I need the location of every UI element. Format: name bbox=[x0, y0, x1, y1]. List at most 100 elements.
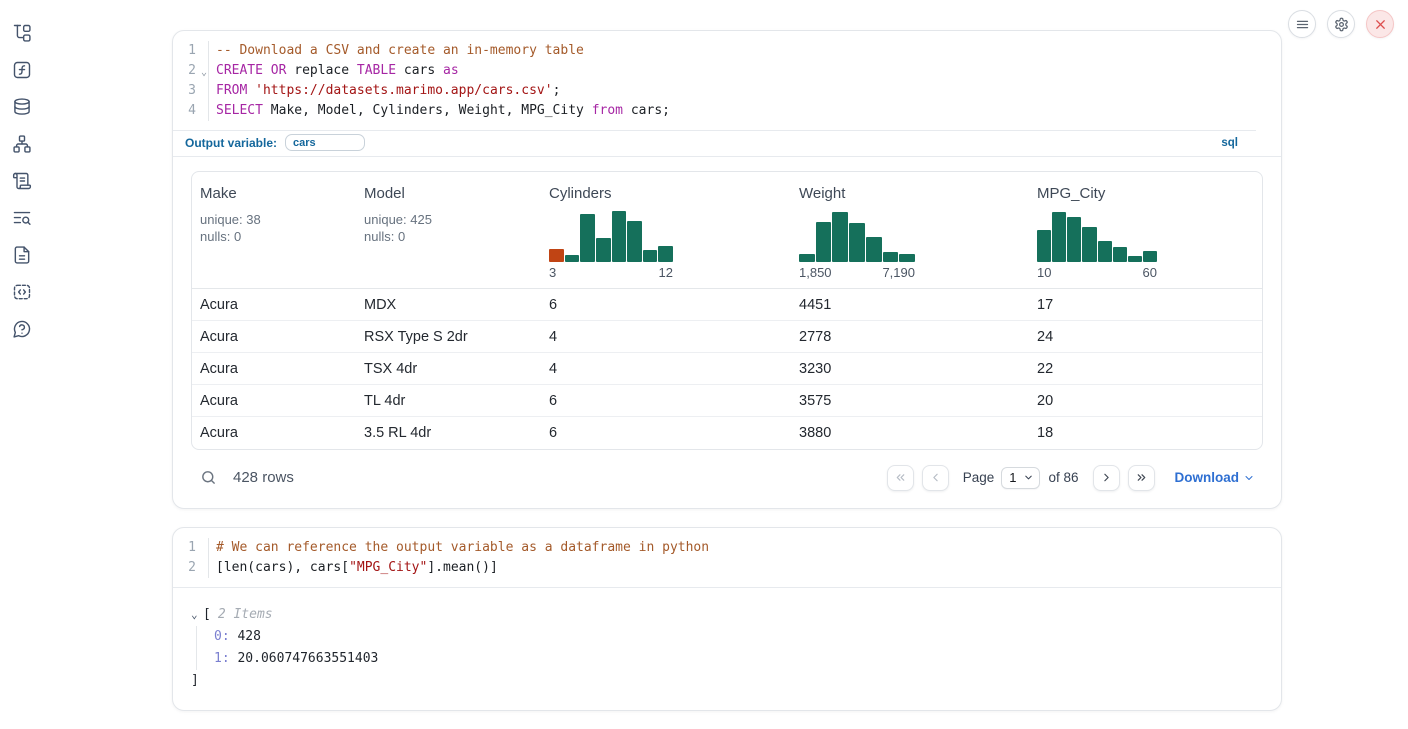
column-header-weight[interactable]: Weight1,8507,190 bbox=[791, 172, 1029, 289]
logs-icon[interactable] bbox=[11, 207, 33, 229]
table-cell[interactable]: Acura bbox=[192, 417, 356, 449]
histogram-bar[interactable] bbox=[596, 238, 611, 262]
line-number: 3 bbox=[188, 83, 196, 98]
histogram-bar[interactable] bbox=[1082, 227, 1096, 262]
download-button[interactable]: Download bbox=[1175, 470, 1256, 485]
open-bracket: [ bbox=[203, 604, 211, 626]
table-cell[interactable]: RSX Type S 2dr bbox=[356, 321, 541, 353]
histogram-bar[interactable] bbox=[866, 237, 882, 262]
column-title: MPG_City bbox=[1037, 185, 1258, 202]
documentation-icon[interactable] bbox=[11, 244, 33, 266]
chevron-down-icon bbox=[1243, 472, 1255, 484]
dependency-graph-icon[interactable] bbox=[11, 133, 33, 155]
table-cell[interactable]: 4 bbox=[541, 353, 791, 385]
histogram-bar[interactable] bbox=[1052, 212, 1066, 262]
table-cell[interactable]: 4 bbox=[541, 321, 791, 353]
menu-icon bbox=[1295, 17, 1310, 32]
line-number: 1 bbox=[188, 540, 196, 555]
page-select[interactable]: 1 bbox=[1001, 467, 1040, 489]
table-cell[interactable]: 4451 bbox=[791, 289, 1029, 321]
table-cell[interactable]: 3575 bbox=[791, 385, 1029, 417]
chevron-right-icon bbox=[1100, 471, 1113, 484]
histogram-bar[interactable] bbox=[643, 250, 658, 262]
table-cell[interactable]: Acura bbox=[192, 289, 356, 321]
table-row[interactable]: AcuraTSX 4dr4323022 bbox=[192, 353, 1263, 385]
histogram-bar[interactable] bbox=[849, 223, 865, 262]
column-header-mpg_city[interactable]: MPG_City1060 bbox=[1029, 172, 1263, 289]
table-row[interactable]: AcuraTL 4dr6357520 bbox=[192, 385, 1263, 417]
histogram-bar[interactable] bbox=[1113, 247, 1127, 262]
output-variable-label: Output variable: bbox=[185, 136, 277, 150]
table-cell[interactable]: 24 bbox=[1029, 321, 1263, 353]
table-cell[interactable]: 17 bbox=[1029, 289, 1263, 321]
fold-chevron-icon[interactable]: ⌄ bbox=[201, 63, 207, 83]
table-cell[interactable]: 6 bbox=[541, 417, 791, 449]
table-cell[interactable]: TSX 4dr bbox=[356, 353, 541, 385]
histogram-axis-labels: 312 bbox=[549, 265, 673, 280]
column-title: Cylinders bbox=[549, 185, 783, 202]
column-histogram: 1,8507,190 bbox=[799, 207, 915, 280]
table-row[interactable]: AcuraMDX6445117 bbox=[192, 289, 1263, 321]
menu-button[interactable] bbox=[1288, 10, 1316, 38]
histogram-bar[interactable] bbox=[899, 254, 915, 262]
histogram-bar[interactable] bbox=[883, 252, 899, 262]
table-cell[interactable]: Acura bbox=[192, 353, 356, 385]
line-number-gutter: 12⌄34 bbox=[173, 41, 209, 121]
table-cell[interactable]: MDX bbox=[356, 289, 541, 321]
column-header-cylinders[interactable]: Cylinders 312 bbox=[541, 172, 791, 289]
histogram-bar[interactable] bbox=[1037, 230, 1051, 262]
last-page-button[interactable] bbox=[1128, 465, 1155, 491]
items-count-label: 2 Items bbox=[218, 604, 273, 626]
column-header-model[interactable]: Modelunique: 425nulls: 0 bbox=[356, 172, 541, 289]
first-page-button[interactable] bbox=[887, 465, 914, 491]
table-cell[interactable]: 3880 bbox=[791, 417, 1029, 449]
table-cell[interactable]: 22 bbox=[1029, 353, 1263, 385]
histogram-bar[interactable] bbox=[816, 222, 832, 262]
snippets-icon[interactable] bbox=[11, 281, 33, 303]
histogram-bar[interactable] bbox=[612, 211, 627, 262]
table-row[interactable]: Acura3.5 RL 4dr6388018 bbox=[192, 417, 1263, 449]
table-cell[interactable]: 6 bbox=[541, 385, 791, 417]
close-button[interactable] bbox=[1366, 10, 1394, 38]
histogram-bar[interactable] bbox=[549, 249, 564, 262]
page-label: Page bbox=[963, 470, 995, 485]
table-cell[interactable]: 20 bbox=[1029, 385, 1263, 417]
histogram-bar[interactable] bbox=[1067, 217, 1081, 262]
histogram-bar[interactable] bbox=[1098, 241, 1112, 262]
code-editor[interactable]: 12⌄34 -- Download a CSV and create an in… bbox=[173, 31, 1281, 130]
histogram-bar[interactable] bbox=[1143, 251, 1157, 262]
chevron-down-icon bbox=[1023, 472, 1034, 483]
previous-page-button[interactable] bbox=[922, 465, 949, 491]
line-number-gutter: 12 bbox=[173, 538, 209, 578]
table-row[interactable]: AcuraRSX Type S 2dr4277824 bbox=[192, 321, 1263, 353]
histogram-bar[interactable] bbox=[799, 254, 815, 262]
code-editor[interactable]: 12 # We can reference the output variabl… bbox=[173, 528, 1281, 587]
histogram-bar[interactable] bbox=[565, 255, 580, 262]
variables-icon[interactable] bbox=[11, 59, 33, 81]
scratchpad-icon[interactable] bbox=[11, 170, 33, 192]
file-explorer-icon[interactable] bbox=[11, 22, 33, 44]
table-cell[interactable]: TL 4dr bbox=[356, 385, 541, 417]
table-cell[interactable]: 3230 bbox=[791, 353, 1029, 385]
histogram-bar[interactable] bbox=[832, 212, 848, 262]
settings-button[interactable] bbox=[1327, 10, 1355, 38]
line-number: 2 bbox=[188, 63, 196, 78]
table-cell[interactable]: 18 bbox=[1029, 417, 1263, 449]
table-cell[interactable]: 2778 bbox=[791, 321, 1029, 353]
help-icon[interactable] bbox=[11, 318, 33, 340]
data-sources-icon[interactable] bbox=[11, 96, 33, 118]
histogram-bar[interactable] bbox=[627, 221, 642, 262]
pagination: Page 1 of 86 Download bbox=[887, 465, 1261, 491]
histogram-bar[interactable] bbox=[580, 214, 595, 262]
table-cell[interactable]: Acura bbox=[192, 321, 356, 353]
histogram-bar[interactable] bbox=[658, 246, 673, 262]
search-icon[interactable] bbox=[200, 469, 217, 486]
next-page-button[interactable] bbox=[1093, 465, 1120, 491]
table-cell[interactable]: 6 bbox=[541, 289, 791, 321]
table-cell[interactable]: 3.5 RL 4dr bbox=[356, 417, 541, 449]
column-header-make[interactable]: Makeunique: 38nulls: 0 bbox=[192, 172, 356, 289]
output-variable-input[interactable] bbox=[285, 134, 365, 151]
collapse-chevron-icon[interactable]: ⌄ bbox=[191, 604, 203, 626]
table-cell[interactable]: Acura bbox=[192, 385, 356, 417]
histogram-bar[interactable] bbox=[1128, 256, 1142, 262]
